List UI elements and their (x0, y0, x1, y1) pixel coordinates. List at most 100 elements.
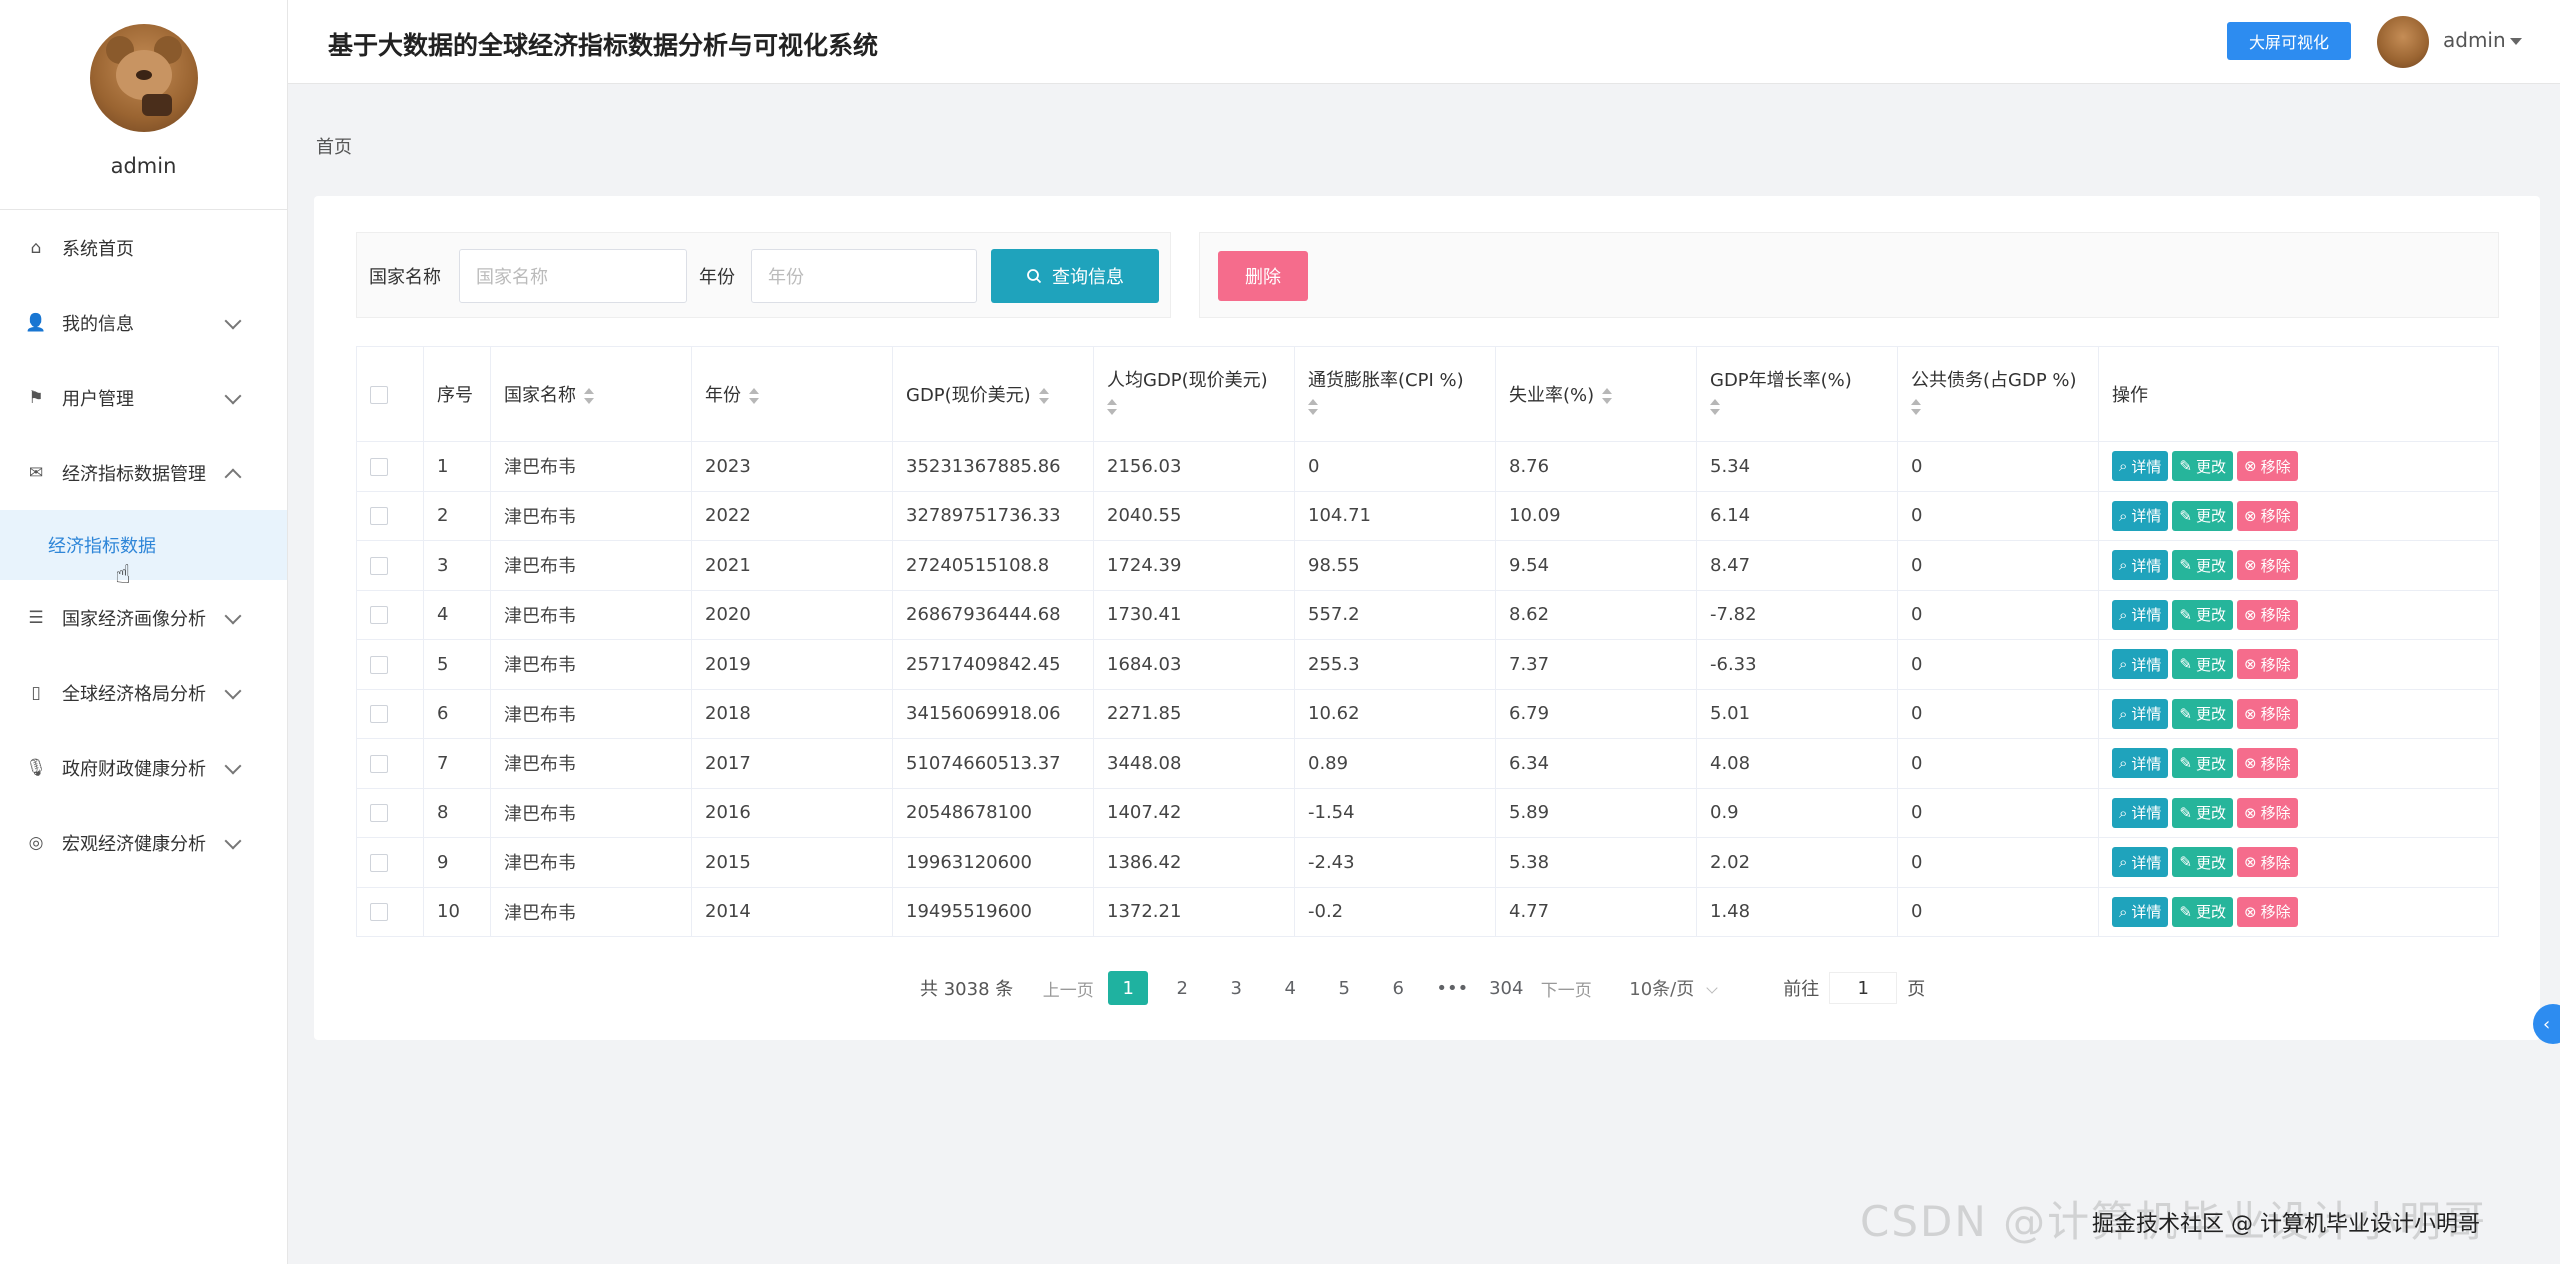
page-button[interactable]: 1 (1108, 971, 1149, 1005)
page-button[interactable]: 2 (1162, 971, 1202, 1005)
delete-button[interactable]: 删除 (1218, 251, 1308, 301)
goto-page-input[interactable]: 1 (1829, 972, 1898, 1004)
sidebar-subitem[interactable]: 经济指标数据 (0, 510, 287, 580)
pencil-icon: ✎ (2179, 803, 2192, 822)
page-button[interactable]: 304 (1486, 971, 1526, 1005)
detail-button[interactable]: ⌕ 详情 (2112, 847, 2169, 878)
col-gdp[interactable]: GDP(现价美元) (892, 346, 1094, 442)
col-inflation[interactable]: 通货膨胀率(CPI %) (1294, 346, 1496, 442)
remove-button[interactable]: ⊗ 移除 (2237, 599, 2298, 630)
remove-label: 移除 (2260, 457, 2291, 476)
sidebar-item[interactable]: ✉ 经济指标数据管理 (0, 435, 287, 510)
page-button[interactable]: 6 (1378, 971, 1418, 1005)
remove-button[interactable]: ⊗ 移除 (2237, 847, 2298, 878)
next-page-button[interactable]: 下一页 (1540, 971, 1592, 1005)
page-size-select[interactable]: 10条/页 (1629, 975, 1749, 1001)
caret-down-icon[interactable] (2510, 38, 2522, 45)
sidebar-item[interactable]: ▯ 全球经济格局分析 (0, 655, 287, 730)
sidebar-item[interactable]: 👤 我的信息 (0, 285, 287, 360)
edit-button[interactable]: ✎ 更改 (2172, 649, 2234, 680)
remove-button[interactable]: ⊗ 移除 (2237, 896, 2298, 927)
edit-button[interactable]: ✎ 更改 (2172, 451, 2234, 482)
sidebar-item[interactable]: 🎙 政府财政健康分析 (0, 730, 287, 805)
col-public-debt[interactable]: 公共债务(占GDP %) (1897, 346, 2099, 442)
pencil-icon: ✎ (2179, 754, 2192, 773)
table-cell: 6.14 (1696, 490, 1898, 541)
detail-button[interactable]: ⌕ 详情 (2112, 500, 2169, 531)
detail-button[interactable]: ⌕ 详情 (2112, 896, 2169, 927)
detail-button[interactable]: ⌕ 详情 (2112, 797, 2169, 828)
sort-icon[interactable] (1038, 388, 1049, 404)
detail-button[interactable]: ⌕ 详情 (2112, 599, 2169, 630)
sort-icon[interactable] (1710, 399, 1720, 415)
sort-icon[interactable] (1107, 399, 1117, 415)
col-country[interactable]: 国家名称 (490, 346, 692, 442)
prev-page-button[interactable]: 上一页 (1042, 971, 1094, 1005)
remove-button[interactable]: ⊗ 移除 (2237, 649, 2298, 680)
sort-icon[interactable] (1911, 399, 1921, 415)
remove-button[interactable]: ⊗ 移除 (2237, 500, 2298, 531)
page-button[interactable]: 3 (1216, 971, 1256, 1005)
remove-button[interactable]: ⊗ 移除 (2237, 550, 2298, 581)
remove-button[interactable]: ⊗ 移除 (2237, 451, 2298, 482)
edit-button[interactable]: ✎ 更改 (2172, 698, 2234, 729)
edit-button[interactable]: ✎ 更改 (2172, 847, 2234, 878)
pencil-icon: ✎ (2179, 457, 2192, 476)
row-checkbox[interactable] (370, 457, 388, 476)
pencil-icon: ✎ (2179, 605, 2192, 624)
edit-button[interactable]: ✎ 更改 (2172, 599, 2234, 630)
row-checkbox[interactable] (370, 606, 388, 625)
row-checkbox[interactable] (370, 804, 388, 823)
edit-button[interactable]: ✎ 更改 (2172, 896, 2234, 927)
breadcrumb[interactable]: 首页 (316, 133, 352, 159)
edit-button[interactable]: ✎ 更改 (2172, 500, 2234, 531)
page-button[interactable]: ••• (1432, 971, 1472, 1005)
row-checkbox[interactable] (370, 507, 388, 526)
row-checkbox[interactable] (370, 705, 388, 724)
detail-button[interactable]: ⌕ 详情 (2112, 698, 2169, 729)
row-checkbox[interactable] (370, 853, 388, 872)
row-checkbox[interactable] (370, 655, 388, 674)
user-avatar[interactable] (2377, 16, 2429, 68)
detail-button[interactable]: ⌕ 详情 (2112, 649, 2169, 680)
detail-button[interactable]: ⌕ 详情 (2112, 550, 2169, 581)
row-checkbox[interactable] (370, 556, 388, 575)
country-input[interactable]: 国家名称 (459, 249, 687, 303)
user-name[interactable]: admin (2443, 28, 2506, 52)
detail-button[interactable]: ⌕ 详情 (2112, 748, 2169, 779)
sort-icon[interactable] (1602, 388, 1613, 404)
edit-button[interactable]: ✎ 更改 (2172, 550, 2234, 581)
year-input[interactable]: 年份 (751, 249, 977, 303)
remove-button[interactable]: ⊗ 移除 (2237, 797, 2298, 828)
col-gdp-per-capita[interactable]: 人均GDP(现价美元) (1093, 346, 1295, 442)
table-cell: 津巴布韦 (490, 589, 692, 640)
sort-icon[interactable] (1308, 399, 1318, 415)
col-gdp-growth[interactable]: GDP年增长率(%) (1696, 346, 1898, 442)
sidebar-item[interactable]: ☰ 国家经济画像分析 (0, 580, 287, 655)
query-button[interactable]: 查询信息 (991, 249, 1159, 303)
remove-button[interactable]: ⊗ 移除 (2237, 698, 2298, 729)
table-cell: 1684.03 (1093, 639, 1295, 690)
detail-button[interactable]: ⌕ 详情 (2112, 451, 2169, 482)
page-button[interactable]: 4 (1270, 971, 1310, 1005)
row-actions: ⌕ 详情 ✎ 更改 ⊗ 移除 (2098, 639, 2499, 690)
sidebar-item[interactable]: ⌂ 系统首页 (0, 210, 287, 285)
col-year[interactable]: 年份 (691, 346, 893, 442)
sort-icon[interactable] (584, 388, 594, 404)
row-actions: ⌕ 详情 ✎ 更改 ⊗ 移除 (2098, 589, 2499, 640)
table-cell: 津巴布韦 (490, 639, 692, 690)
table-cell: 557.2 (1294, 589, 1496, 640)
row-checkbox[interactable] (370, 903, 388, 922)
sidebar-item[interactable]: ⚑ 用户管理 (0, 360, 287, 435)
bigscreen-button[interactable]: 大屏可视化 (2227, 22, 2351, 60)
sort-icon[interactable] (749, 388, 759, 404)
chevron-down-icon (224, 312, 242, 330)
edit-button[interactable]: ✎ 更改 (2172, 748, 2234, 779)
col-unemployment[interactable]: 失业率(%) (1495, 346, 1697, 442)
sidebar-item[interactable]: ◎ 宏观经济健康分析 (0, 805, 287, 880)
row-checkbox[interactable] (370, 754, 388, 773)
select-all-checkbox[interactable] (370, 385, 388, 404)
edit-button[interactable]: ✎ 更改 (2172, 797, 2234, 828)
remove-button[interactable]: ⊗ 移除 (2237, 748, 2298, 779)
page-button[interactable]: 5 (1324, 971, 1364, 1005)
